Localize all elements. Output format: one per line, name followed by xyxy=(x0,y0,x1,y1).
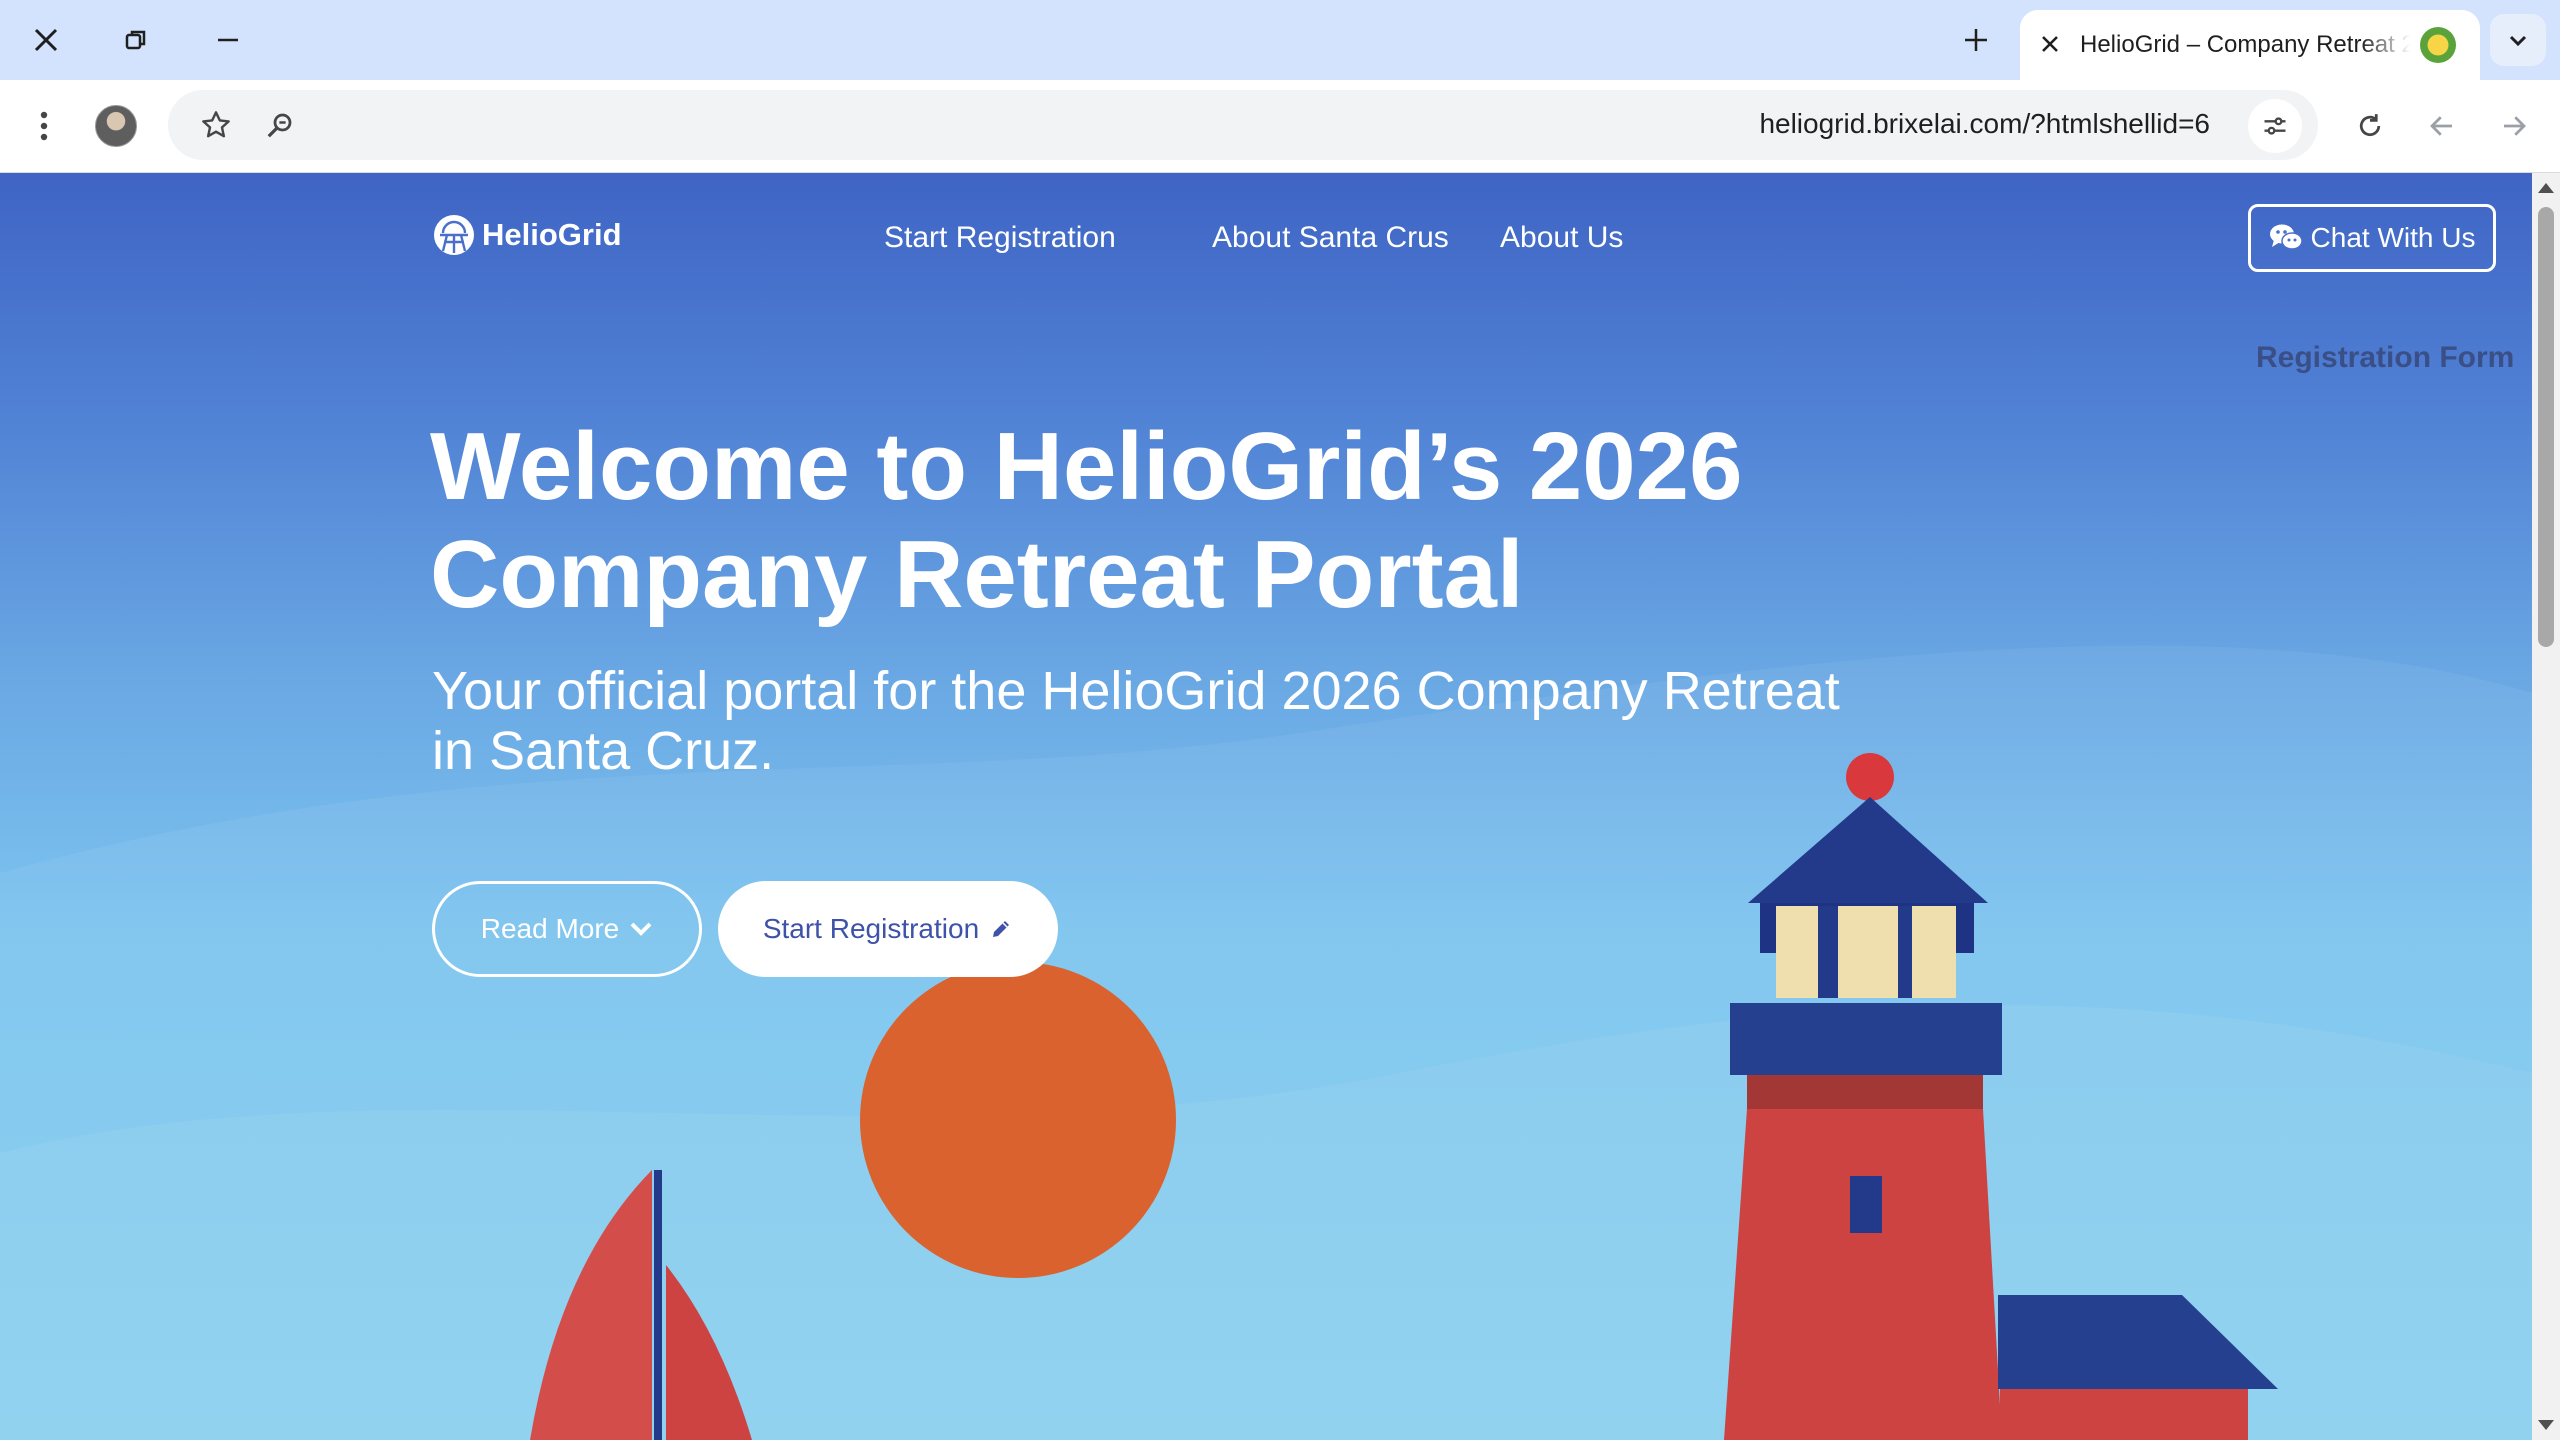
address-bar[interactable]: heliogrid.brixelai.com/?htmlshellid=6 xyxy=(168,90,2318,160)
bookmark-star-icon[interactable] xyxy=(190,99,242,151)
hero-title: Welcome to HelioGrid’s 2026 Company Retr… xyxy=(430,413,1743,628)
kebab-menu-icon[interactable] xyxy=(18,100,70,152)
tab-title: HelioGrid – Company Retreat 2026 xyxy=(2080,31,2410,58)
minimize-window-icon[interactable] xyxy=(196,14,260,66)
profile-avatar[interactable] xyxy=(90,100,142,152)
scroll-down-icon[interactable] xyxy=(2538,1420,2554,1430)
chevron-down-icon xyxy=(630,922,652,936)
zoom-search-icon[interactable] xyxy=(254,99,306,151)
pencil-icon xyxy=(993,921,1010,937)
sun-shape xyxy=(860,962,1176,1278)
nav-start-registration[interactable]: Start Registration xyxy=(884,221,1116,255)
site-favicon-icon xyxy=(2420,27,2456,63)
page-scrollbar[interactable] xyxy=(2532,173,2560,1440)
logo-text: HelioGrid xyxy=(482,217,622,252)
chat-with-us-button[interactable]: Chat With Us xyxy=(2248,204,2496,272)
active-tab[interactable]: HelioGrid – Company Retreat 2026 xyxy=(2020,10,2480,80)
start-registration-button[interactable]: Start Registration xyxy=(718,881,1058,977)
chat-bubbles-icon xyxy=(2269,224,2303,250)
chat-button-label: Chat With Us xyxy=(2310,222,2476,253)
site-settings-icon[interactable] xyxy=(2248,99,2302,153)
registration-form-label[interactable]: Registration Form xyxy=(2256,341,2514,375)
hero-illustration xyxy=(0,645,2532,1440)
reload-icon[interactable] xyxy=(2344,100,2396,152)
read-more-button[interactable]: Read More xyxy=(432,881,702,977)
read-more-label: Read More xyxy=(480,913,620,944)
page-viewport: HelioGrid Start Registration About Santa… xyxy=(0,173,2532,1440)
tab-close-icon[interactable] xyxy=(2020,28,2080,62)
back-arrow-icon[interactable] xyxy=(2416,100,2468,152)
url-text[interactable]: heliogrid.brixelai.com/?htmlshellid=6 xyxy=(1759,108,2210,140)
tab-search-button[interactable] xyxy=(2490,14,2546,66)
browser-toolbar: heliogrid.brixelai.com/?htmlshellid=6 xyxy=(0,80,2560,173)
scroll-up-icon[interactable] xyxy=(2538,183,2554,193)
new-tab-button[interactable] xyxy=(1950,14,2002,66)
close-window-icon[interactable] xyxy=(14,14,78,66)
scrollbar-thumb[interactable] xyxy=(2538,207,2554,647)
tab-strip: HelioGrid – Company Retreat 2026 xyxy=(0,0,2560,80)
helio-sun-icon xyxy=(434,215,474,255)
start-registration-label: Start Registration xyxy=(762,913,980,944)
nav-about-santa-crus[interactable]: About Santa Crus xyxy=(1212,221,1449,255)
nav-about-us[interactable]: About Us xyxy=(1500,221,1623,255)
forward-arrow-icon[interactable] xyxy=(2488,100,2540,152)
hero-subtitle: Your official portal for the HelioGrid 2… xyxy=(432,661,1840,781)
site-logo[interactable]: HelioGrid xyxy=(432,213,622,257)
restore-window-icon[interactable] xyxy=(104,14,168,66)
